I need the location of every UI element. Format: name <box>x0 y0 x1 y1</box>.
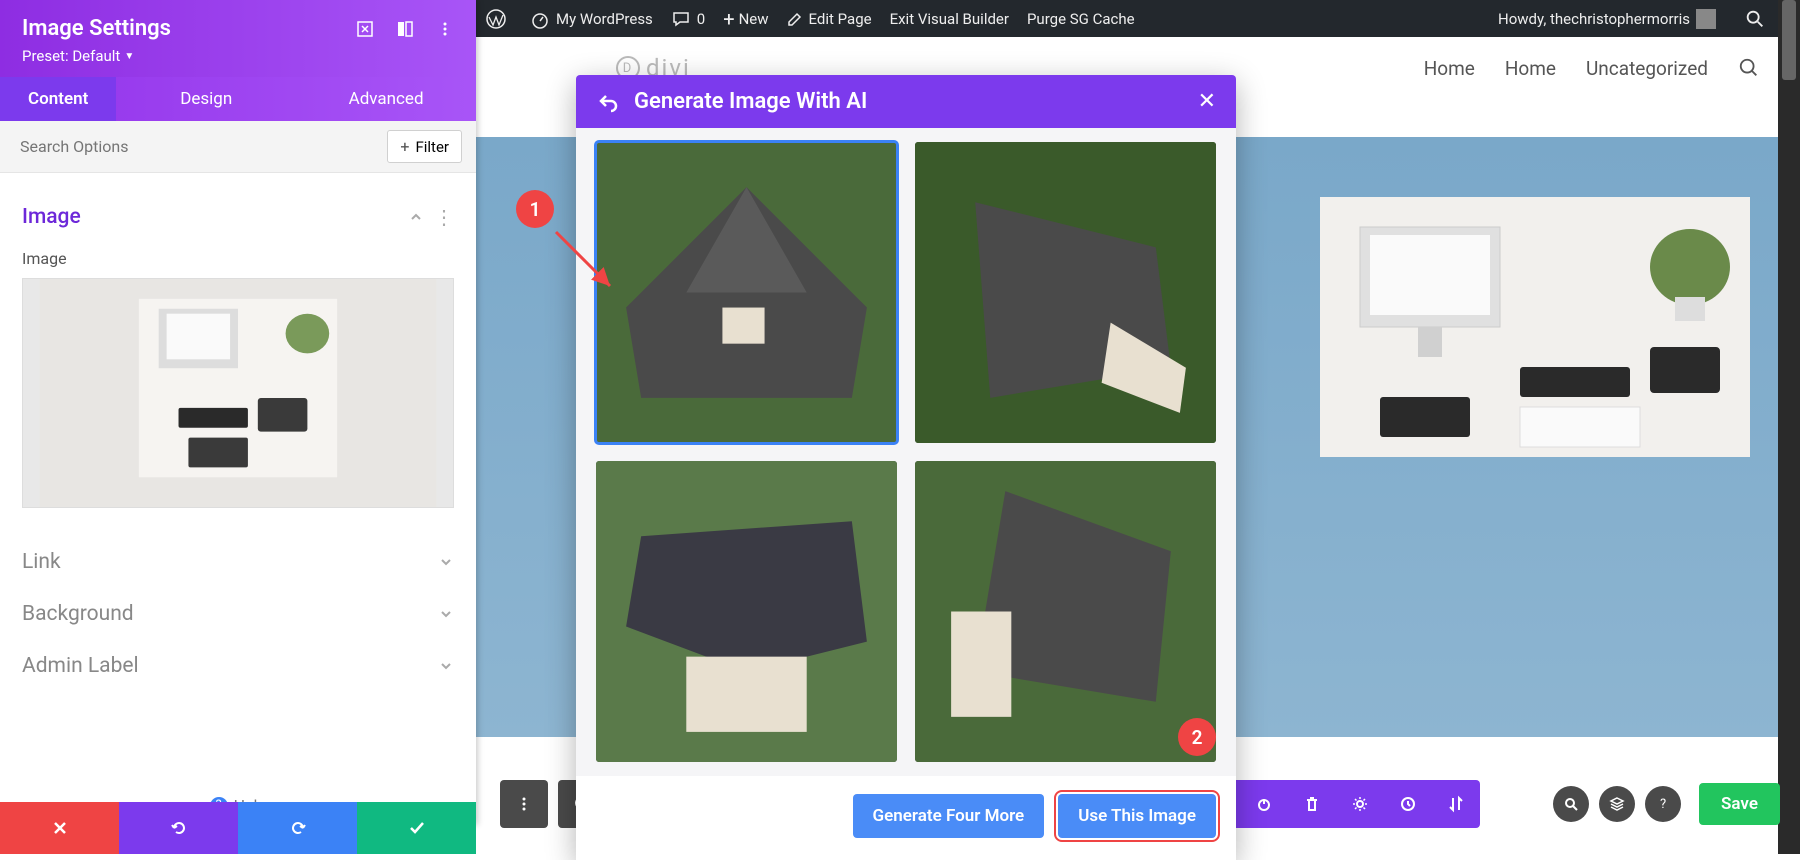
tab-content[interactable]: Content <box>0 77 116 121</box>
edit-label: Edit Page <box>809 10 872 28</box>
annotation-2: 2 <box>1178 718 1216 756</box>
use-image-button[interactable]: Use This Image <box>1058 794 1216 838</box>
exit-label: Exit Visual Builder <box>890 10 1009 28</box>
site-name: My WordPress <box>556 10 653 28</box>
section-image-label: Image <box>22 205 408 229</box>
snap-icon[interactable] <box>396 20 414 38</box>
history-button[interactable] <box>1384 780 1432 828</box>
chevron-down-icon <box>438 554 454 570</box>
settings-button[interactable] <box>1336 780 1384 828</box>
layers-button[interactable] <box>1599 786 1635 822</box>
modal-header: Generate Image With AI ✕ <box>576 75 1236 128</box>
expand-icon[interactable] <box>356 20 374 38</box>
sort-button[interactable] <box>1432 780 1480 828</box>
undo-button[interactable] <box>119 802 238 854</box>
nav-search-icon[interactable] <box>1738 57 1760 79</box>
settings-tabs: Content Design Advanced <box>0 77 476 121</box>
tab-design[interactable]: Design <box>116 77 296 121</box>
toolbar-right-group: ? Save <box>1553 783 1780 825</box>
search-input[interactable] <box>14 129 387 164</box>
new-label: New <box>739 10 769 28</box>
modal-title: Generate Image With AI <box>634 89 867 114</box>
search-row: + Filter <box>0 121 476 173</box>
back-icon[interactable] <box>596 90 620 114</box>
filter-label: Filter <box>415 138 449 156</box>
section-link-label: Link <box>22 550 438 574</box>
new-link[interactable]: +New <box>723 7 768 31</box>
generated-image-3[interactable] <box>596 461 897 762</box>
filter-button[interactable]: + Filter <box>387 130 462 163</box>
plus-icon: + <box>400 137 409 156</box>
generate-more-button[interactable]: Generate Four More <box>853 794 1045 838</box>
section-background[interactable]: Background <box>22 588 454 640</box>
modal-footer: Generate Four More Use This Image <box>576 776 1236 860</box>
annotation-arrow <box>548 224 628 304</box>
thumbnail-photo <box>23 279 453 507</box>
section-background-label: Background <box>22 602 438 626</box>
modal-body <box>576 128 1236 776</box>
dashboard-link[interactable]: My WordPress <box>530 9 653 29</box>
edit-page-link[interactable]: Edit Page <box>787 10 872 28</box>
purge-label: Purge SG Cache <box>1027 10 1135 28</box>
nav-home-2[interactable]: Home <box>1505 57 1556 80</box>
ai-image-modal: Generate Image With AI ✕ Generate Four M… <box>576 75 1236 860</box>
page-image-module[interactable] <box>1320 197 1750 457</box>
caret-down-icon: ▼ <box>124 51 134 62</box>
annotation-1: 1 <box>516 190 554 228</box>
help-button[interactable]: ? <box>1645 786 1681 822</box>
generated-image-1[interactable] <box>596 142 897 443</box>
preset-dropdown[interactable]: Preset: Default ▼ <box>22 47 454 65</box>
page-scrollbar[interactable] <box>1778 0 1800 854</box>
panel-header: Image Settings Preset: Default ▼ <box>0 0 476 77</box>
section-link[interactable]: Link <box>22 536 454 588</box>
comment-count: 0 <box>697 10 705 28</box>
wp-logo[interactable] <box>486 9 512 29</box>
save-button[interactable]: Save <box>1699 783 1780 825</box>
comments-link[interactable]: 0 <box>671 9 705 29</box>
exit-builder-link[interactable]: Exit Visual Builder <box>890 10 1009 28</box>
nav-uncategorized[interactable]: Uncategorized <box>1586 57 1708 80</box>
chevron-up-icon <box>408 209 424 225</box>
cancel-button[interactable] <box>0 802 119 854</box>
section-more-icon[interactable]: ⋮ <box>434 205 454 229</box>
section-image[interactable]: Image ⋮ <box>22 191 454 243</box>
toolbar-menu[interactable] <box>500 780 548 828</box>
howdy-user[interactable]: Howdy, thechristophermorris <box>1498 9 1716 29</box>
generated-image-2[interactable] <box>915 142 1216 443</box>
chevron-down-icon <box>438 658 454 674</box>
nav-home-1[interactable]: Home <box>1424 57 1475 80</box>
redo-button[interactable] <box>238 802 357 854</box>
generated-image-4[interactable] <box>915 461 1216 762</box>
tab-advanced[interactable]: Advanced <box>296 77 476 121</box>
image-field-label: Image <box>22 249 454 268</box>
panel-title: Image Settings <box>22 16 356 41</box>
avatar <box>1696 9 1716 29</box>
desk-photo <box>1320 197 1750 457</box>
module-settings-panel: Image Settings Preset: Default ▼ Content … <box>0 0 476 825</box>
howdy-label: Howdy, thechristophermorris <box>1498 10 1690 28</box>
toolbar-left-group <box>500 780 548 828</box>
power-button[interactable] <box>1240 780 1288 828</box>
preset-label: Preset: Default <box>22 47 120 65</box>
delete-button[interactable] <box>1288 780 1336 828</box>
panel-footer <box>0 802 476 854</box>
scroll-thumb[interactable] <box>1782 0 1796 80</box>
admin-search[interactable] <box>1734 8 1772 30</box>
panel-body: Image ⋮ Image Link Background <box>0 173 476 786</box>
more-icon[interactable] <box>436 20 454 38</box>
close-icon[interactable]: ✕ <box>1198 89 1216 114</box>
purge-cache-link[interactable]: Purge SG Cache <box>1027 10 1135 28</box>
confirm-button[interactable] <box>357 802 476 854</box>
section-admin-label[interactable]: Admin Label <box>22 640 454 692</box>
find-button[interactable] <box>1553 786 1589 822</box>
generated-image-grid <box>596 142 1216 762</box>
image-thumbnail[interactable] <box>22 278 454 508</box>
chevron-down-icon <box>438 606 454 622</box>
section-admin-label-label: Admin Label <box>22 654 438 678</box>
wp-admin-bar: My WordPress 0 +New Edit Page Exit Visua… <box>476 0 1800 37</box>
